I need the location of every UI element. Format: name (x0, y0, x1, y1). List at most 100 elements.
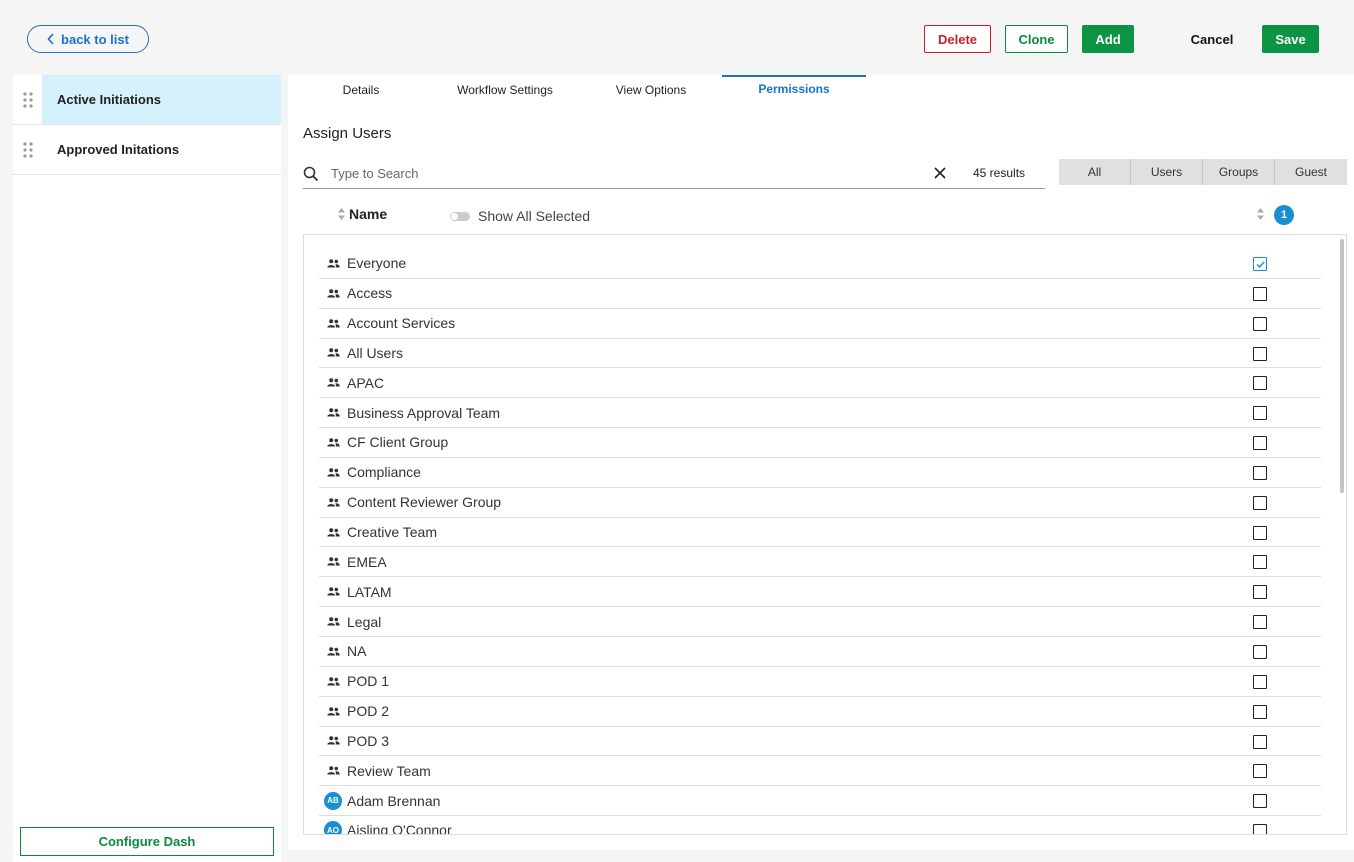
sidebar-item-active-initiations[interactable]: Active Initiations (13, 75, 281, 125)
avatar-initials: AB (324, 791, 342, 810)
list-item[interactable]: Legal (319, 607, 1321, 637)
group-icon (319, 647, 347, 656)
scrollbar[interactable] (1336, 235, 1346, 834)
list-item-name: Business Approval Team (347, 404, 501, 421)
cancel-button[interactable]: Cancel (1180, 25, 1244, 53)
list-item[interactable]: AB Adam Brennan (319, 786, 1321, 817)
list-item[interactable]: Content Reviewer Group (319, 488, 1321, 518)
list-item-name: Aisling O'Connor (347, 822, 452, 835)
filter-all-button[interactable]: All (1059, 159, 1131, 185)
group-icon (319, 438, 347, 447)
list-item-name: Access (347, 285, 393, 302)
checkbox[interactable] (1253, 346, 1267, 361)
list-item[interactable]: EMEA (319, 547, 1321, 578)
sort-by-name[interactable]: Name (337, 206, 387, 222)
tab-permissions[interactable]: Permissions (722, 75, 866, 105)
list-item-name: POD 1 (347, 673, 390, 690)
checkbox[interactable] (1253, 585, 1267, 600)
checkbox[interactable] (1253, 465, 1267, 480)
close-icon[interactable] (933, 166, 947, 180)
configure-dash-button[interactable]: Configure Dash (20, 827, 274, 856)
sidebar-item-label: Active Initiations (42, 75, 281, 124)
filter-users-button[interactable]: Users (1131, 159, 1203, 185)
checkbox[interactable] (1253, 286, 1267, 301)
list-item[interactable]: Creative Team (319, 518, 1321, 548)
list-item[interactable]: Access (319, 279, 1321, 309)
checkbox[interactable] (1253, 674, 1267, 689)
drag-handle-icon[interactable] (13, 125, 42, 174)
filter-guest-button[interactable]: Guest (1275, 159, 1347, 185)
clone-button[interactable]: Clone (1005, 25, 1068, 53)
list-item[interactable]: NA (319, 637, 1321, 667)
assignee-list: Everyone Access Account Services All Users A… (303, 234, 1347, 835)
checkbox[interactable] (1253, 555, 1267, 570)
group-icon (319, 289, 347, 298)
list-item-name: Compliance (347, 464, 421, 481)
list-item[interactable]: POD 2 (319, 697, 1321, 727)
tab-view-options[interactable]: View Options (588, 75, 714, 105)
checkbox[interactable] (1253, 376, 1267, 391)
group-icon (319, 706, 347, 716)
list-item[interactable]: APAC (319, 368, 1321, 399)
list-item[interactable]: AO Aisling O'Connor (319, 816, 1321, 835)
list-item-name: All Users (347, 344, 404, 361)
search-input[interactable] (331, 166, 911, 181)
sort-selected-icon[interactable] (1256, 207, 1265, 221)
checkbox[interactable] (1253, 794, 1267, 809)
assign-users-title: Assign Users (303, 125, 392, 142)
list-item[interactable]: CF Client Group (319, 428, 1321, 458)
list-item-name: Legal (347, 613, 382, 630)
filter-groups-button[interactable]: Groups (1203, 159, 1275, 185)
checkbox[interactable] (1253, 406, 1267, 421)
drag-handle-icon[interactable] (13, 75, 42, 124)
scrollbar-thumb[interactable] (1340, 239, 1344, 493)
tab-bar: Details Workflow Settings View Options P… (288, 75, 1354, 105)
list-item[interactable]: All Users (319, 339, 1321, 369)
list-item[interactable]: Business Approval Team (319, 398, 1321, 429)
checkbox[interactable] (1253, 734, 1267, 749)
back-to-list-button[interactable]: back to list (27, 25, 149, 53)
group-icon (319, 736, 347, 745)
checkbox[interactable] (1253, 436, 1267, 451)
list-item[interactable]: POD 1 (319, 667, 1321, 697)
checkbox-checked[interactable] (1253, 257, 1267, 271)
group-icon (319, 259, 347, 268)
checkbox[interactable] (1253, 316, 1267, 331)
list-header: Name Show All Selected 1 (303, 203, 1333, 229)
list-item[interactable]: Account Services (319, 309, 1321, 339)
delete-button[interactable]: Delete (924, 25, 991, 53)
toggle-switch[interactable] (450, 211, 470, 221)
list-item[interactable]: Compliance (319, 458, 1321, 488)
tab-details[interactable]: Details (308, 75, 414, 105)
list-item-name: POD 2 (347, 703, 390, 720)
group-icon (319, 468, 347, 477)
add-button[interactable]: Add (1082, 25, 1134, 53)
group-icon (319, 557, 347, 566)
assignee-list-inner: Everyone Access Account Services All Users A… (319, 249, 1321, 835)
dashboard-sidebar: Active Initiations Approved Initations C… (13, 75, 281, 862)
show-all-selected-toggle[interactable]: Show All Selected (450, 208, 590, 224)
save-button[interactable]: Save (1262, 25, 1319, 53)
list-item[interactable]: POD 3 (319, 727, 1321, 757)
sort-icon (338, 208, 345, 220)
checkbox[interactable] (1253, 525, 1267, 540)
group-icon (319, 318, 347, 328)
list-item[interactable]: Review Team (319, 756, 1321, 787)
checkbox[interactable] (1253, 644, 1267, 659)
checkbox[interactable] (1253, 495, 1267, 510)
sidebar-item-approved-initations[interactable]: Approved Initations (13, 125, 281, 175)
list-item[interactable]: Everyone (319, 249, 1321, 279)
list-item[interactable]: LATAM (319, 577, 1321, 608)
list-item-name: CF Client Group (347, 434, 449, 451)
chevron-left-icon (47, 33, 54, 45)
list-item-name: Everyone (347, 255, 407, 272)
tab-workflow-settings[interactable]: Workflow Settings (438, 75, 572, 105)
group-icon (319, 378, 347, 387)
back-to-list-label: back to list (61, 31, 129, 47)
checkbox[interactable] (1253, 704, 1267, 719)
checkbox[interactable] (1253, 764, 1267, 779)
list-item-name: LATAM (347, 583, 392, 600)
checkbox[interactable] (1253, 824, 1267, 834)
checkbox[interactable] (1253, 615, 1267, 630)
group-icon (319, 527, 347, 537)
